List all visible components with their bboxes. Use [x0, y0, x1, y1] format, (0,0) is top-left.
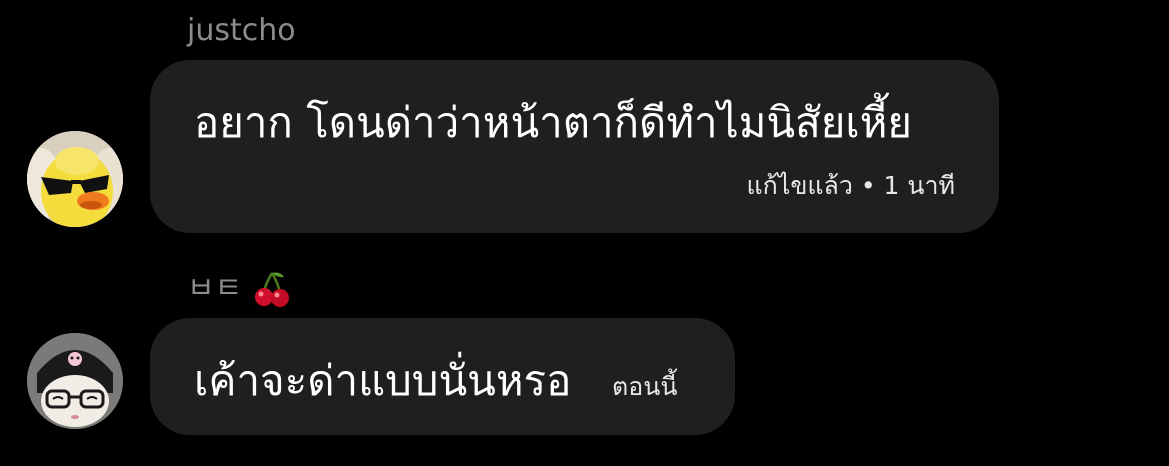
avatar[interactable]	[27, 333, 123, 429]
sender-name[interactable]: justcho	[187, 16, 296, 46]
message-meta: ตอนนี้	[612, 372, 678, 401]
sender-label: ㅂㅌ	[187, 271, 243, 306]
sender-name[interactable]: ㅂㅌ	[187, 269, 292, 309]
message-bubble[interactable]: อยาก โดนด่าว่าหน้าตาก็ดีทำไมนิสัยเหี้ย แ…	[150, 60, 999, 233]
message-bubble[interactable]: เค้าจะด่าแบบนั่นหรอ ตอนนี้	[150, 318, 735, 435]
message-text: เค้าจะด่าแบบนั่นหรอ	[194, 356, 572, 405]
cherry-icon	[252, 269, 292, 309]
message-text: อยาก โดนด่าว่าหน้าตาก็ดีทำไมนิสัยเหี้ย	[194, 98, 912, 147]
avatar[interactable]	[27, 131, 123, 227]
kuromi-plush-icon	[27, 333, 123, 429]
message-meta: แก้ไขแล้ว • 1 นาที	[746, 171, 955, 200]
duck-sunglasses-icon	[27, 131, 123, 227]
